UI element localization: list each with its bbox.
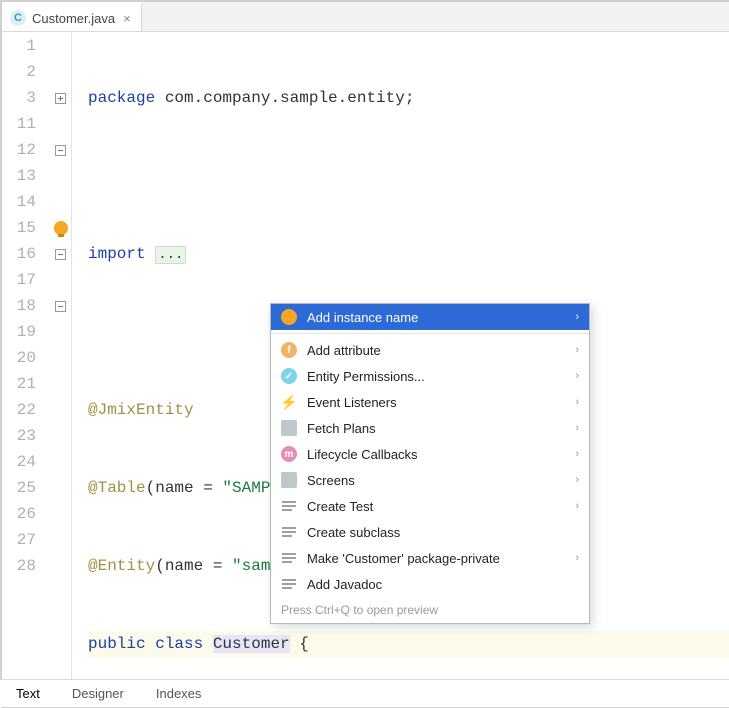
line-number: 26 (2, 501, 50, 527)
fold-gutter (50, 32, 72, 679)
line-number: 25 (2, 475, 50, 501)
lines-icon (281, 498, 297, 514)
annotation: @JmixEntity (88, 401, 194, 419)
menu-label: Lifecycle Callbacks (307, 447, 418, 462)
menu-item-create-test[interactable]: Create Test › (271, 493, 589, 519)
line-number: 19 (2, 319, 50, 345)
screen-icon (281, 472, 297, 488)
bottom-tab-designer[interactable]: Designer (56, 680, 140, 707)
line-number: 27 (2, 527, 50, 553)
line-number: 11 (2, 111, 50, 137)
menu-item-event-listeners[interactable]: ⚡ Event Listeners › (271, 389, 589, 415)
lines-icon (281, 550, 297, 566)
file-tab[interactable]: C Customer.java × (2, 2, 142, 31)
line-number: 12 (2, 137, 50, 163)
tab-filename: Customer.java (32, 11, 115, 26)
bottom-tab-text[interactable]: Text (0, 680, 56, 707)
menu-label: Create subclass (307, 525, 400, 540)
chevron-right-icon: › (575, 552, 579, 564)
chevron-right-icon: › (575, 311, 579, 323)
line-number: 24 (2, 449, 50, 475)
fold-collapse-icon[interactable] (50, 137, 71, 163)
method-icon: m (281, 446, 297, 462)
chevron-right-icon: › (575, 474, 579, 486)
line-number: 3 (2, 85, 50, 111)
class-name: Customer (213, 635, 290, 653)
line-number: 13 (2, 163, 50, 189)
popup-hint: Press Ctrl+Q to open preview (271, 597, 589, 623)
line-number: 28 (2, 553, 50, 579)
menu-item-add-attribute[interactable]: f Add attribute › (271, 337, 589, 363)
menu-label: Add attribute (307, 343, 381, 358)
line-number: 22 (2, 397, 50, 423)
chevron-right-icon: › (575, 396, 579, 408)
chevron-right-icon: › (575, 448, 579, 460)
shield-icon: ✓ (281, 368, 297, 384)
lightning-icon: ⚡ (281, 394, 297, 410)
line-number: 14 (2, 189, 50, 215)
menu-label: Add Javadoc (307, 577, 382, 592)
line-number: 16 (2, 241, 50, 267)
fold-expand-icon[interactable] (50, 85, 71, 111)
bottom-tab-indexes[interactable]: Indexes (140, 680, 218, 707)
bottom-tab-bar: Text Designer Indexes (0, 679, 729, 707)
bulb-icon (281, 309, 297, 325)
lines-icon (281, 524, 297, 540)
fold-placeholder[interactable]: ... (155, 246, 186, 264)
intention-popup: Add instance name › f Add attribute › ✓ … (270, 303, 590, 624)
java-class-icon: C (10, 10, 26, 26)
menu-item-add-javadoc[interactable]: Add Javadoc (271, 571, 589, 597)
kw: import (88, 245, 146, 263)
current-line: public class Customer { (88, 631, 729, 657)
menu-item-create-subclass[interactable]: Create subclass (271, 519, 589, 545)
menu-label: Screens (307, 473, 355, 488)
chevron-right-icon: › (575, 422, 579, 434)
menu-label: Entity Permissions... (307, 369, 425, 384)
field-icon: f (281, 342, 297, 358)
menu-item-make-package-private[interactable]: Make 'Customer' package-private › (271, 545, 589, 571)
menu-item-lifecycle-callbacks[interactable]: m Lifecycle Callbacks › (271, 441, 589, 467)
txt: com.company.sample.entity; (155, 89, 414, 107)
chevron-right-icon: › (575, 370, 579, 382)
menu-label: Event Listeners (307, 395, 397, 410)
fold-collapse-icon[interactable] (50, 293, 71, 319)
fold-collapse-icon[interactable] (50, 241, 71, 267)
code-editor: 1 2 3 11 12 13 14 15 16 17 18 19 20 21 2… (2, 32, 729, 679)
menu-label: Add instance name (307, 310, 418, 325)
menu-label: Fetch Plans (307, 421, 376, 436)
lines-icon (281, 576, 297, 592)
close-icon[interactable]: × (121, 11, 133, 26)
line-number: 21 (2, 371, 50, 397)
line-number-gutter: 1 2 3 11 12 13 14 15 16 17 18 19 20 21 2… (2, 32, 50, 679)
grid-icon (281, 420, 297, 436)
menu-item-entity-permissions[interactable]: ✓ Entity Permissions... › (271, 363, 589, 389)
line-number: 17 (2, 267, 50, 293)
menu-separator (271, 333, 589, 334)
annotation: @Table (88, 479, 146, 497)
line-number: 18 (2, 293, 50, 319)
intention-bulb-icon[interactable] (50, 215, 71, 241)
menu-item-add-instance-name[interactable]: Add instance name › (271, 304, 589, 330)
editor-tab-bar: C Customer.java × (2, 2, 729, 32)
menu-label: Create Test (307, 499, 373, 514)
kw: public class (88, 635, 203, 653)
chevron-right-icon: › (575, 500, 579, 512)
line-number: 15 (2, 215, 50, 241)
menu-item-screens[interactable]: Screens › (271, 467, 589, 493)
kw: package (88, 89, 155, 107)
line-number: 20 (2, 345, 50, 371)
menu-item-fetch-plans[interactable]: Fetch Plans › (271, 415, 589, 441)
line-number: 23 (2, 423, 50, 449)
annotation: @Entity (88, 557, 155, 575)
menu-label: Make 'Customer' package-private (307, 551, 500, 566)
line-number: 1 (2, 33, 50, 59)
chevron-right-icon: › (575, 344, 579, 356)
line-number: 2 (2, 59, 50, 85)
